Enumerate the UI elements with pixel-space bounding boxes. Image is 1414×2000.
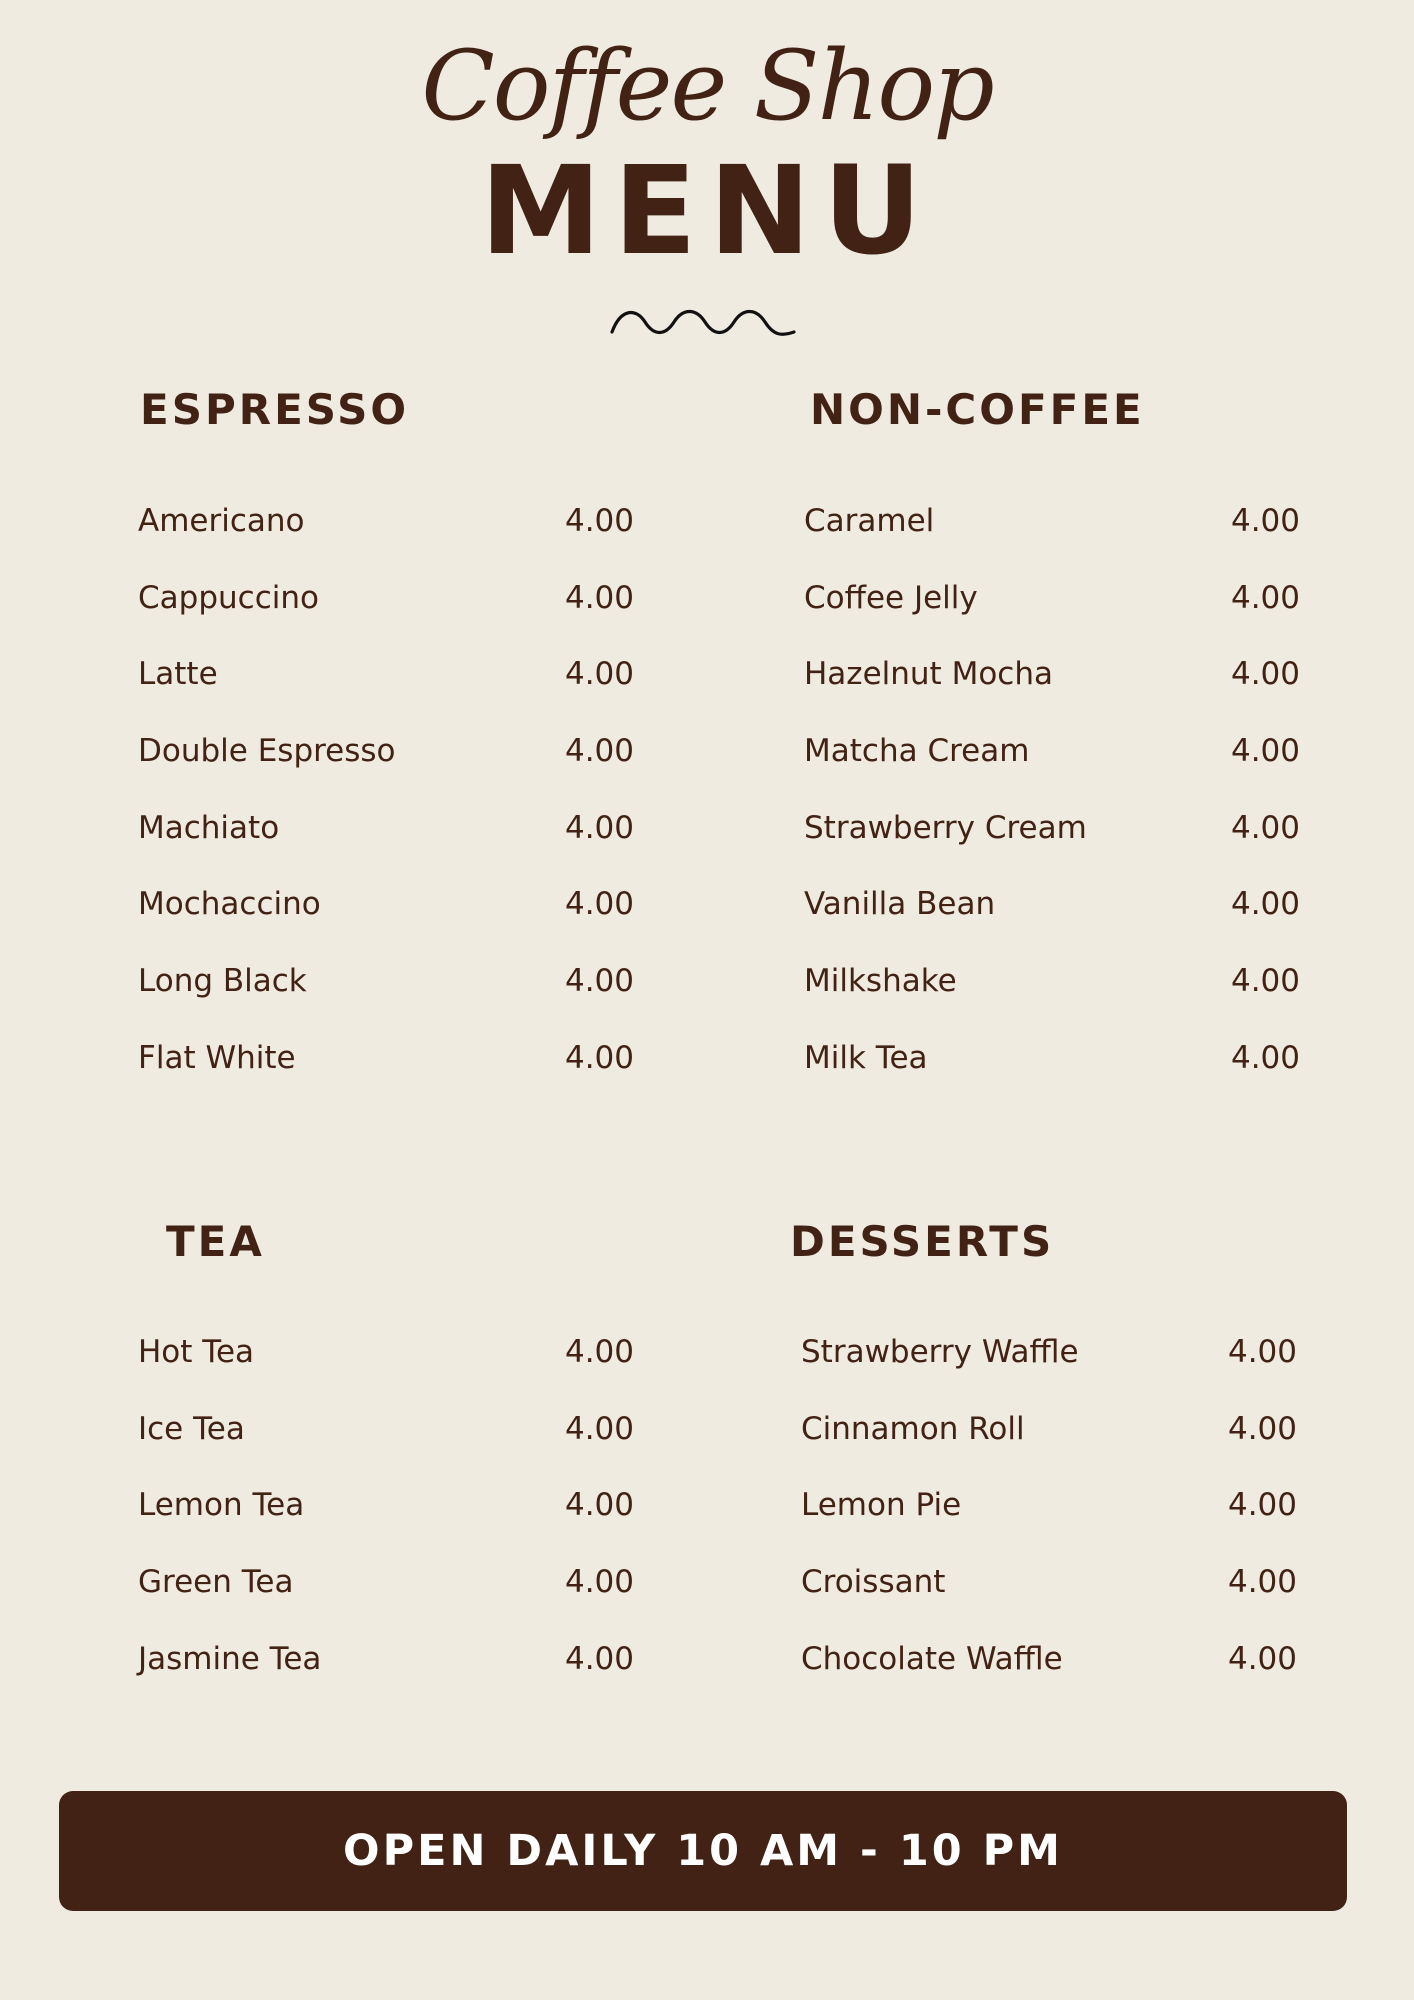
- list-item: Milk Tea 4.00: [804, 1040, 1300, 1117]
- item-name: Hazelnut Mocha: [804, 656, 1053, 693]
- item-list-tea: Hot Tea 4.00 Ice Tea 4.00 Lemon Tea 4.00 Gr…: [138, 1334, 634, 1717]
- item-name: Long Black: [138, 963, 307, 1000]
- list-item: Matcha Cream 4.00: [804, 733, 1300, 810]
- list-item: Hazelnut Mocha 4.00: [804, 656, 1300, 733]
- item-price: 4.00: [564, 1410, 634, 1447]
- list-item: Mochaccino 4.00: [138, 886, 634, 963]
- script-title: Coffee Shop: [421, 30, 994, 142]
- item-name: Mochaccino: [138, 886, 321, 923]
- item-price: 4.00: [564, 1334, 634, 1370]
- list-item: Double Espresso 4.00: [138, 733, 634, 810]
- section-heading-tea: TEA: [166, 1217, 265, 1266]
- item-price: 4.00: [564, 809, 634, 846]
- item-price: 4.00: [1227, 1487, 1297, 1524]
- item-list-non-coffee: Caramel 4.00 Coffee Jelly 4.00 Hazelnut Mo…: [804, 503, 1300, 1117]
- item-name: Hot Tea: [138, 1334, 255, 1370]
- list-item: Strawberry Waffle 4.00: [801, 1334, 1297, 1411]
- item-price: 4.00: [564, 963, 634, 1000]
- item-name: Milkshake: [804, 963, 957, 1000]
- item-name: Strawberry Waffle: [801, 1334, 1079, 1370]
- item-name: Americano: [138, 503, 305, 539]
- item-price: 4.00: [1230, 503, 1300, 539]
- item-price: 4.00: [1230, 1039, 1300, 1076]
- item-name: Strawberry Cream: [804, 809, 1087, 846]
- item-name: Lemon Pie: [801, 1487, 962, 1524]
- list-item: Strawberry Cream 4.00: [804, 810, 1300, 887]
- item-name: Machiato: [138, 809, 280, 846]
- item-price: 4.00: [564, 1640, 634, 1677]
- page-title: MENU: [480, 140, 934, 282]
- list-item: Machiato 4.00: [138, 810, 634, 887]
- list-item: Hot Tea 4.00: [138, 1334, 634, 1411]
- list-item: Coffee Jelly 4.00: [804, 580, 1300, 657]
- list-item: Americano 4.00: [138, 503, 634, 580]
- item-price: 4.00: [1227, 1334, 1297, 1370]
- squiggle-divider-icon: [610, 309, 796, 336]
- item-name: Matcha Cream: [804, 733, 1030, 770]
- item-price: 4.00: [1230, 886, 1300, 923]
- item-price: 4.00: [1230, 579, 1300, 616]
- item-price: 4.00: [1227, 1640, 1297, 1677]
- list-item: Lemon Tea 4.00: [138, 1487, 634, 1564]
- list-item: Caramel 4.00: [804, 503, 1300, 580]
- item-price: 4.00: [564, 1487, 634, 1524]
- section-heading-desserts: DESSERTS: [790, 1217, 1055, 1266]
- list-item: Latte 4.00: [138, 656, 634, 733]
- item-name: Chocolate Waffle: [801, 1640, 1063, 1677]
- list-item: Flat White 4.00: [138, 1040, 634, 1117]
- opening-hours-text: OPEN DAILY 10 AM - 10 PM: [343, 1826, 1063, 1876]
- item-price: 4.00: [1227, 1410, 1297, 1447]
- section-heading-espresso: ESPRESSO: [140, 385, 410, 434]
- list-item: Long Black 4.00: [138, 963, 634, 1040]
- item-name: Cappuccino: [138, 579, 319, 616]
- item-name: Milk Tea: [804, 1039, 928, 1076]
- item-price: 4.00: [1230, 733, 1300, 770]
- item-price: 4.00: [564, 503, 634, 539]
- item-name: Cinnamon Roll: [801, 1410, 1025, 1447]
- list-item: Lemon Pie 4.00: [801, 1487, 1297, 1564]
- item-name: Flat White: [138, 1039, 296, 1076]
- item-price: 4.00: [564, 733, 634, 770]
- item-price: 4.00: [1230, 809, 1300, 846]
- item-price: 4.00: [564, 579, 634, 616]
- item-name: Green Tea: [138, 1564, 294, 1601]
- item-name: Caramel: [804, 503, 935, 539]
- item-price: 4.00: [564, 1039, 634, 1076]
- list-item: Croissant 4.00: [801, 1564, 1297, 1641]
- item-price: 4.00: [564, 886, 634, 923]
- item-name: Latte: [138, 656, 218, 693]
- item-list-espresso: Americano 4.00 Cappuccino 4.00 Latte 4.00 D…: [138, 503, 634, 1117]
- list-item: Ice Tea 4.00: [138, 1411, 634, 1488]
- item-name: Lemon Tea: [138, 1487, 305, 1524]
- item-price: 4.00: [1230, 656, 1300, 693]
- list-item: Cinnamon Roll 4.00: [801, 1411, 1297, 1488]
- list-item: Vanilla Bean 4.00: [804, 886, 1300, 963]
- item-price: 4.00: [1227, 1564, 1297, 1601]
- item-name: Croissant: [801, 1564, 946, 1601]
- section-heading-non-coffee: NON-COFFEE: [810, 385, 1145, 434]
- item-price: 4.00: [564, 656, 634, 693]
- item-name: Double Espresso: [138, 733, 396, 770]
- item-name: Vanilla Bean: [804, 886, 996, 923]
- item-name: Ice Tea: [138, 1410, 245, 1447]
- list-item: Chocolate Waffle 4.00: [801, 1641, 1297, 1718]
- opening-hours-banner: OPEN DAILY 10 AM - 10 PM: [59, 1791, 1347, 1911]
- list-item: Jasmine Tea 4.00: [138, 1641, 634, 1718]
- list-item: Milkshake 4.00: [804, 963, 1300, 1040]
- list-item: Cappuccino 4.00: [138, 580, 634, 657]
- list-item: Green Tea 4.00: [138, 1564, 634, 1641]
- item-price: 4.00: [1230, 963, 1300, 1000]
- menu-page: { "header": { "script_title": "Coffee Sh…: [0, 0, 1414, 2000]
- item-list-desserts: Strawberry Waffle 4.00 Cinnamon Roll 4.00 …: [801, 1334, 1297, 1717]
- item-price: 4.00: [564, 1564, 634, 1601]
- item-name: Coffee Jelly: [804, 579, 978, 616]
- item-name: Jasmine Tea: [138, 1640, 322, 1677]
